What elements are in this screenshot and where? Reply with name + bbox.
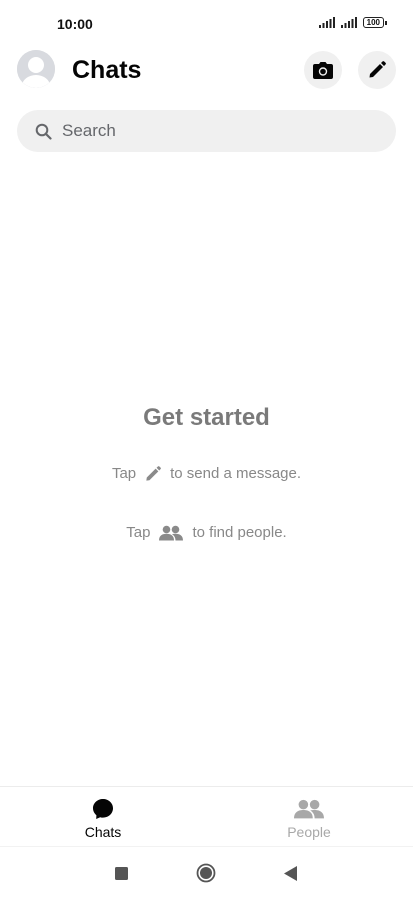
people-icon [159,525,184,541]
tab-people[interactable]: People [206,787,412,847]
signal-icon [318,17,335,28]
recents-icon [114,866,128,880]
status-bar: 10:00 100 [0,0,413,48]
home-icon [196,863,216,883]
chat-bubble-icon [92,797,114,821]
status-time: 10:00 [57,16,93,32]
compose-button[interactable] [358,51,396,89]
back-button[interactable] [278,861,302,885]
battery-tip [385,20,387,25]
pencil-icon [145,465,161,482]
people-hint-prefix: Tap [126,524,151,541]
tab-chats[interactable]: Chats [0,787,206,847]
people-hint: Tap to find people. [0,524,413,541]
compose-hint: Tap to send a message. [0,465,413,482]
pencil-icon [369,61,386,78]
people-hint-suffix: to find people. [192,524,287,541]
tab-chats-label: Chats [84,824,122,840]
bottom-nav: Chats People [0,786,413,847]
system-nav-bar [0,846,413,897]
tab-people-label: People [287,824,331,840]
search-bar[interactable] [17,110,396,152]
recents-button[interactable] [109,861,133,885]
camera-button[interactable] [304,51,342,89]
compose-hint-prefix: Tap [111,465,137,482]
header: Chats [0,48,413,94]
camera-icon [313,61,333,79]
back-icon [283,865,297,881]
empty-state-title: Get started [143,404,270,431]
compose-hint-suffix: to send a message. [170,465,302,482]
home-button[interactable] [194,861,218,885]
avatar[interactable] [17,50,55,88]
signal-icon [340,17,357,28]
battery-icon: 100 [362,17,387,28]
status-icons: 100 [318,17,387,28]
page-title: Chats [72,56,142,84]
battery-level: 100 [362,17,384,28]
avatar-placeholder-icon [17,50,55,88]
people-icon [294,797,324,821]
search-icon [34,122,52,140]
search-input[interactable] [62,121,362,141]
